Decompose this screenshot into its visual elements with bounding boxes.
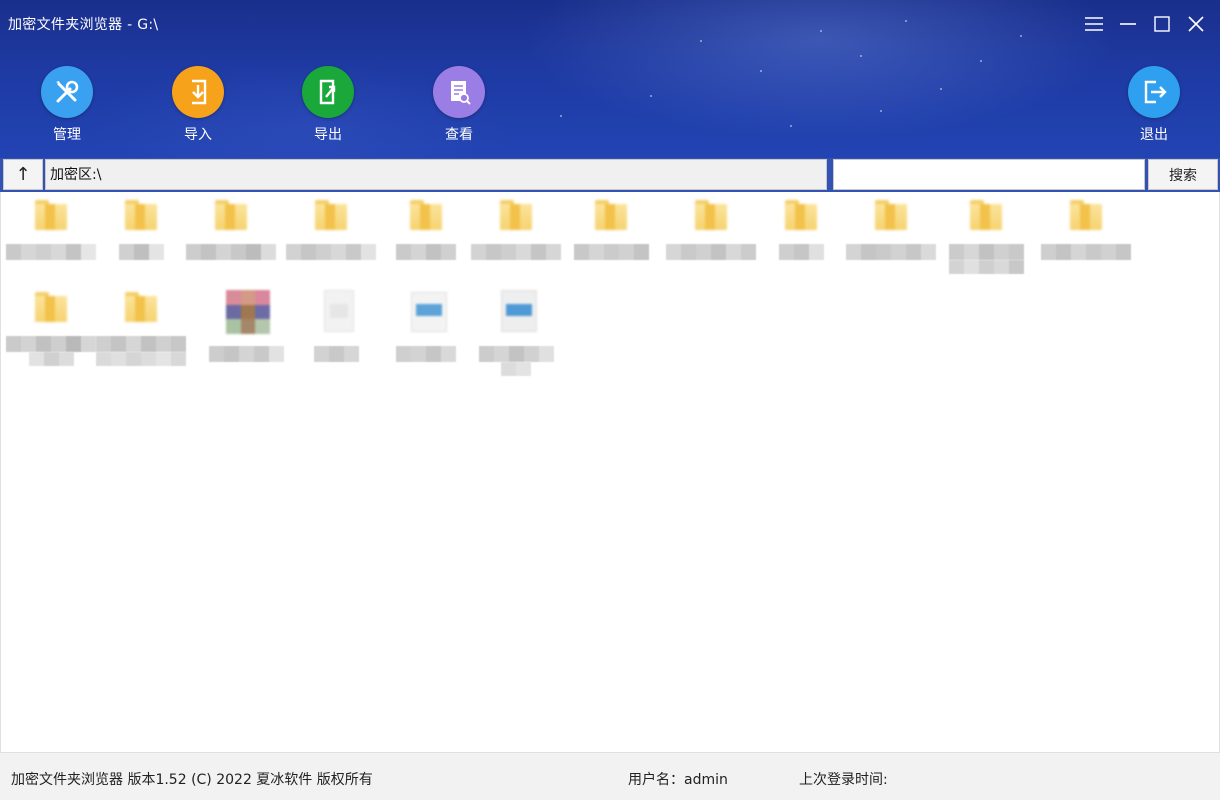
folder-item[interactable] — [941, 192, 1031, 274]
last-login-label: 上次登录时间: — [799, 772, 888, 788]
item-name-redacted — [846, 244, 936, 260]
item-name-redacted — [778, 244, 824, 260]
search-button[interactable]: 搜索 — [1148, 159, 1218, 190]
import-arrow-icon — [172, 66, 224, 118]
item-name-redacted — [471, 244, 561, 260]
item-name-redacted — [186, 244, 276, 260]
item-name-redacted — [118, 244, 164, 260]
folder-item[interactable] — [96, 284, 186, 366]
address-bar: ↑ 加密区:\ 搜索 — [0, 158, 1220, 192]
status-bar: 加密文件夹浏览器 版本1.52 (C) 2022 夏冰软件 版权所有 用户名：a… — [0, 752, 1220, 800]
username-label: 用户名：admin — [628, 772, 728, 788]
document-file-item[interactable] — [471, 284, 561, 376]
folder-icon — [125, 200, 157, 230]
item-name-redacted — [478, 346, 554, 362]
export-arrow-icon — [302, 66, 354, 118]
item-name-redacted — [28, 352, 74, 366]
folder-item[interactable] — [381, 192, 471, 260]
folder-item[interactable] — [6, 192, 96, 260]
folder-icon — [1070, 200, 1102, 230]
up-button[interactable]: ↑ — [3, 159, 43, 190]
document-file-item[interactable] — [381, 284, 471, 362]
exit-arrow-icon — [1128, 66, 1180, 118]
manage-label: 管理 — [53, 127, 81, 143]
folder-item[interactable] — [666, 192, 756, 260]
item-name-redacted — [6, 244, 96, 260]
menu-icon[interactable] — [1082, 10, 1106, 38]
file-list-area — [0, 192, 1220, 752]
folder-icon — [410, 200, 442, 230]
maximize-icon[interactable] — [1150, 10, 1174, 38]
folder-icon — [315, 200, 347, 230]
folder-item[interactable] — [566, 192, 656, 260]
toolbar: 管理 导入 导出 查看 退出 — [0, 66, 1220, 150]
document-file-item[interactable] — [291, 284, 381, 362]
minimize-icon[interactable] — [1116, 10, 1140, 38]
image-file-item[interactable] — [201, 284, 291, 362]
item-name-redacted — [1041, 244, 1131, 260]
item-name-redacted — [396, 346, 456, 362]
close-icon[interactable] — [1184, 10, 1208, 38]
exit-button[interactable]: 退出 — [1114, 66, 1194, 144]
folder-icon — [35, 292, 67, 322]
exit-label: 退出 — [1140, 127, 1168, 143]
import-label: 导入 — [184, 127, 212, 143]
view-label: 查看 — [445, 127, 473, 143]
item-name-redacted — [96, 352, 186, 366]
item-name-redacted — [208, 346, 284, 362]
folder-item[interactable] — [1041, 192, 1131, 260]
folder-icon — [35, 200, 67, 230]
manage-button[interactable]: 管理 — [27, 66, 107, 144]
document-magnifier-icon — [433, 66, 485, 118]
folder-icon — [595, 200, 627, 230]
document-file-icon — [316, 290, 356, 332]
item-name-redacted — [501, 362, 531, 376]
item-name-redacted — [396, 244, 456, 260]
item-name-redacted — [6, 336, 96, 352]
item-name-redacted — [96, 336, 186, 352]
app-info: 加密文件夹浏览器 版本1.52 (C) 2022 夏冰软件 版权所有 — [11, 772, 373, 788]
item-name-redacted — [948, 260, 1024, 274]
item-name-redacted — [948, 244, 1024, 260]
folder-icon — [785, 200, 817, 230]
folder-icon — [125, 292, 157, 322]
export-button[interactable]: 导出 — [288, 66, 368, 144]
folder-icon — [695, 200, 727, 230]
path-field[interactable]: 加密区:\ — [45, 159, 827, 190]
export-label: 导出 — [314, 127, 342, 143]
folder-icon — [970, 200, 1002, 230]
window-title: 加密文件夹浏览器 - G:\ — [8, 17, 159, 33]
item-name-redacted — [573, 244, 649, 260]
item-name-redacted — [666, 244, 756, 260]
folder-icon — [500, 200, 532, 230]
image-file-icon — [226, 290, 270, 334]
folder-icon — [875, 200, 907, 230]
document-file-icon — [496, 290, 537, 332]
search-input[interactable] — [833, 159, 1145, 190]
title-header: 加密文件夹浏览器 - G:\ 管理 导入 导出 查看 退出 — [0, 0, 1220, 158]
import-button[interactable]: 导入 — [158, 66, 238, 144]
document-file-icon — [406, 290, 447, 332]
folder-item[interactable] — [286, 192, 376, 260]
wrench-screwdriver-icon — [41, 66, 93, 118]
window-controls — [1082, 10, 1208, 38]
item-name-redacted — [286, 244, 376, 260]
folder-icon — [215, 200, 247, 230]
folder-item[interactable] — [186, 192, 276, 260]
folder-item[interactable] — [6, 284, 96, 366]
folder-item[interactable] — [471, 192, 561, 260]
item-name-redacted — [313, 346, 359, 362]
folder-item[interactable] — [756, 192, 846, 260]
folder-item[interactable] — [96, 192, 186, 260]
folder-item[interactable] — [846, 192, 936, 260]
view-button[interactable]: 查看 — [419, 66, 499, 144]
